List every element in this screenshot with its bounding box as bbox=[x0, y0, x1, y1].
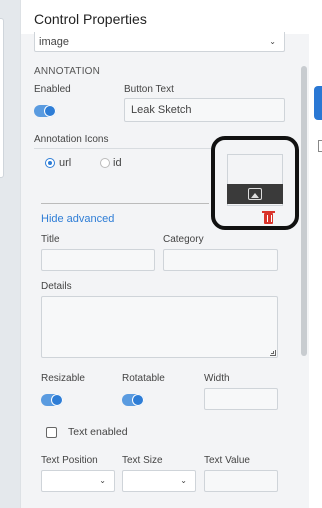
resize-grip-icon[interactable] bbox=[270, 350, 276, 356]
title-input[interactable] bbox=[41, 249, 155, 271]
resizable-label: Resizable bbox=[41, 373, 85, 384]
text-enabled-label: Text enabled bbox=[68, 426, 128, 438]
button-text-input[interactable]: Leak Sketch bbox=[124, 98, 285, 122]
side-box bbox=[318, 140, 322, 152]
text-position-label: Text Position bbox=[41, 455, 98, 466]
source-id-label: id bbox=[113, 157, 122, 169]
text-value-label: Text Value bbox=[204, 455, 250, 466]
control-type-select[interactable]: image ⌄ bbox=[34, 32, 285, 52]
enabled-label: Enabled bbox=[34, 84, 71, 95]
text-enabled-checkbox[interactable] bbox=[46, 427, 57, 438]
rotatable-toggle[interactable] bbox=[122, 394, 144, 406]
width-input[interactable] bbox=[204, 388, 278, 410]
url-input-underline[interactable] bbox=[41, 203, 209, 204]
annotation-icons-label: Annotation Icons bbox=[34, 134, 109, 145]
text-value-input[interactable] bbox=[204, 470, 278, 492]
background-right-area bbox=[308, 0, 322, 508]
button-text-label: Button Text bbox=[124, 84, 174, 95]
hide-advanced-link[interactable]: Hide advanced bbox=[41, 213, 114, 225]
text-size-select[interactable]: ⌄ bbox=[122, 470, 196, 492]
chevron-down-icon: ⌄ bbox=[99, 476, 106, 486]
trash-icon[interactable] bbox=[262, 211, 275, 224]
image-icon bbox=[248, 188, 262, 200]
panel-title: Control Properties bbox=[34, 11, 147, 27]
button-text-value: Leak Sketch bbox=[131, 104, 192, 116]
panel-scrollbar[interactable] bbox=[301, 66, 307, 356]
chevron-down-icon: ⌄ bbox=[269, 36, 276, 46]
rotatable-label: Rotatable bbox=[122, 373, 165, 384]
source-id-radio[interactable] bbox=[100, 158, 110, 168]
background-card bbox=[0, 18, 4, 178]
text-position-select[interactable]: ⌄ bbox=[41, 470, 115, 492]
control-properties-panel: Control Properties image ⌄ ANNOTATION En… bbox=[20, 0, 309, 508]
title-label: Title bbox=[41, 234, 60, 245]
control-type-value: image bbox=[39, 35, 69, 48]
resizable-toggle[interactable] bbox=[41, 394, 63, 406]
category-label: Category bbox=[163, 234, 204, 245]
width-label: Width bbox=[204, 373, 230, 384]
source-url-radio[interactable] bbox=[45, 158, 55, 168]
source-url-label: url bbox=[59, 157, 72, 169]
side-tab[interactable] bbox=[314, 86, 322, 120]
chevron-down-icon: ⌄ bbox=[180, 476, 187, 486]
toggle-knob bbox=[44, 105, 56, 117]
toggle-knob bbox=[132, 394, 144, 406]
annotation-section-heading: ANNOTATION bbox=[34, 66, 101, 77]
details-textarea[interactable] bbox=[41, 296, 278, 358]
details-label: Details bbox=[41, 281, 72, 292]
enabled-toggle[interactable] bbox=[34, 105, 56, 117]
category-input[interactable] bbox=[163, 249, 278, 271]
toggle-knob bbox=[51, 394, 63, 406]
text-size-label: Text Size bbox=[122, 455, 163, 466]
